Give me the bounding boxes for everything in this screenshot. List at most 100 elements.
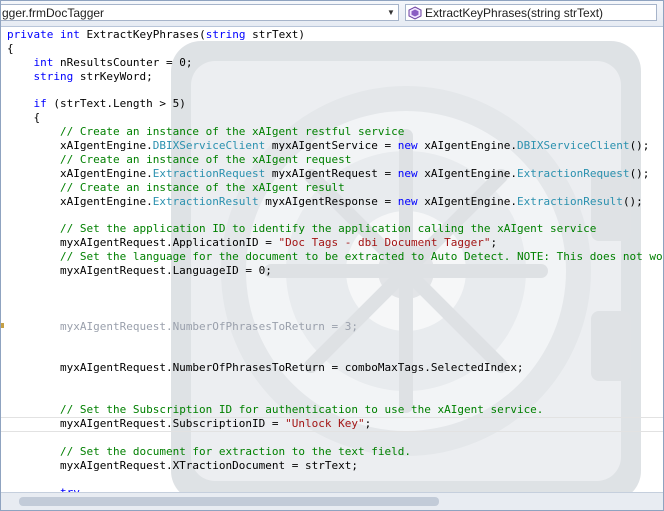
code-line[interactable]: // Set the Subscription ID for authentic…	[7, 403, 663, 417]
code-token: {	[7, 111, 41, 125]
code-line[interactable]: xAIgentEngine.ExtractionRequest myxAIgen…	[7, 167, 663, 181]
code-token: // Set the document for extraction to th…	[59, 444, 411, 458]
code-token: xAIgentEngine.	[7, 139, 153, 153]
code-line[interactable]: int nResultsCounter = 0;	[7, 56, 663, 70]
code-line[interactable]: // Create an instance of the xAIgent res…	[7, 125, 663, 139]
code-line[interactable]	[7, 389, 663, 403]
code-token: // Create an instance of the xAIgent req…	[59, 153, 352, 167]
scrollbar-thumb[interactable]	[19, 497, 439, 506]
member-selector-dropdown[interactable]: ExtractKeyPhrases(string strText)	[405, 4, 657, 21]
code-line[interactable]	[7, 278, 663, 292]
code-line[interactable]: xAIgentEngine.DBIXServiceClient myxAIgen…	[7, 139, 663, 153]
code-token: // Create an instance of the xAIgent res…	[59, 180, 345, 194]
code-token: myxAIgentService =	[265, 139, 398, 153]
code-token: myxAIgentRequest.ApplicationID =	[7, 236, 279, 250]
code-token: (strText.Length > 5)	[46, 97, 186, 111]
code-line[interactable]: myxAIgentRequest.NumberOfPhrasesToReturn…	[7, 361, 663, 375]
code-token: ExtractionRequest	[516, 166, 630, 180]
code-line[interactable]	[7, 431, 663, 445]
code-token: private	[7, 28, 54, 41]
code-token: ;	[490, 236, 498, 250]
code-line[interactable]: {	[7, 42, 663, 56]
code-token: ExtractionResult	[516, 194, 623, 208]
code-line[interactable]: {	[7, 111, 663, 125]
code-token: strKeyWord;	[73, 69, 153, 83]
code-editor[interactable]: private int ExtractKeyPhrases(string str…	[1, 27, 663, 492]
code-token: string	[33, 69, 74, 83]
code-token: // Set the Subscription ID for authentic…	[59, 403, 544, 417]
code-line[interactable]: // Create an instance of the xAIgent res…	[7, 181, 663, 195]
code-token: xAIgentEngine.	[417, 166, 517, 180]
code-token: int	[33, 55, 54, 69]
code-token: DBIXServiceClient	[152, 139, 266, 153]
code-line[interactable]: // Create an instance of the xAIgent req…	[7, 153, 663, 167]
member-selector-value: ExtractKeyPhrases(string strText)	[425, 5, 604, 20]
code-line[interactable]	[7, 473, 663, 487]
code-token: new	[397, 166, 418, 180]
code-token: ;	[364, 416, 372, 430]
code-line[interactable]	[7, 84, 663, 98]
code-line[interactable]: myxAIgentRequest.LanguageID = 0;	[7, 264, 663, 278]
code-token: string	[205, 28, 246, 41]
code-line[interactable]: myxAIgentRequest.NumberOfPhrasesToReturn…	[7, 320, 663, 334]
code-token: xAIgentEngine.	[7, 166, 153, 180]
code-line[interactable]: // Set the document for extraction to th…	[7, 445, 663, 459]
code-token: xAIgentEngine.	[417, 139, 517, 153]
code-token: "Unlock Key"	[285, 416, 365, 430]
code-line[interactable]: string strKeyWord;	[7, 70, 663, 84]
code-line[interactable]: // Set the language for the document to …	[7, 250, 663, 264]
code-line[interactable]: myxAIgentRequest.SubscriptionID = "Unloc…	[1, 416, 663, 432]
code-token: // Create an instance of the xAIgent res…	[59, 125, 405, 139]
code-line[interactable]: myxAIgentRequest.ApplicationID = "Doc Ta…	[7, 236, 663, 250]
code-line[interactable]	[7, 306, 663, 320]
code-token: ();	[629, 139, 650, 153]
type-selector-value: gger.frmDocTagger	[2, 5, 105, 20]
chevron-down-icon[interactable]: ▼	[384, 5, 398, 20]
code-line[interactable]	[7, 334, 663, 348]
code-token: if	[33, 97, 47, 111]
code-editor-window: gger.frmDocTagger ▼ ExtractKeyPhrases(st…	[0, 0, 664, 511]
code-line[interactable]	[7, 375, 663, 389]
code-token: myxAIgentRequest.LanguageID = 0;	[7, 264, 272, 278]
code-token: new	[397, 194, 418, 208]
horizontal-scrollbar[interactable]	[1, 492, 663, 510]
code-token: DBIXServiceClient	[516, 139, 630, 153]
code-token: ExtractionResult	[152, 194, 259, 208]
code-token: nResultsCounter = 0;	[53, 55, 193, 69]
code-token: int	[59, 28, 80, 41]
navigation-bar: gger.frmDocTagger ▼ ExtractKeyPhrases(st…	[1, 1, 663, 27]
code-token: // Set the application ID to identify th…	[59, 222, 597, 236]
code-line[interactable]: myxAIgentRequest.XTractionDocument = str…	[7, 459, 663, 473]
code-token: myxAIgentResponse =	[258, 194, 398, 208]
type-selector-dropdown[interactable]: gger.frmDocTagger ▼	[1, 4, 399, 21]
code-token: ();	[629, 166, 650, 180]
code-token: myxAIgentRequest.NumberOfPhrasesToReturn…	[7, 361, 524, 375]
code-token: {	[7, 41, 14, 55]
code-line[interactable]: // Set the application ID to identify th…	[7, 222, 663, 236]
code-line[interactable]	[7, 209, 663, 223]
code-token: ();	[622, 194, 643, 208]
code-token: xAIgentEngine.	[417, 194, 517, 208]
code-token: myxAIgentRequest =	[265, 166, 398, 180]
code-text-area[interactable]: private int ExtractKeyPhrases(string str…	[1, 28, 663, 492]
code-token: myxAIgentRequest.NumberOfPhrasesToReturn…	[59, 319, 358, 333]
code-token: strText)	[245, 28, 306, 41]
change-marker	[1, 323, 4, 328]
code-line[interactable]	[7, 347, 663, 361]
code-line[interactable]: xAIgentEngine.ExtractionResult myxAIgent…	[7, 195, 663, 209]
code-line[interactable]	[7, 292, 663, 306]
code-line[interactable]: if (strText.Length > 5)	[7, 97, 663, 111]
code-token: myxAIgentRequest.XTractionDocument = str…	[7, 458, 358, 472]
code-line[interactable]: private int ExtractKeyPhrases(string str…	[7, 28, 663, 42]
